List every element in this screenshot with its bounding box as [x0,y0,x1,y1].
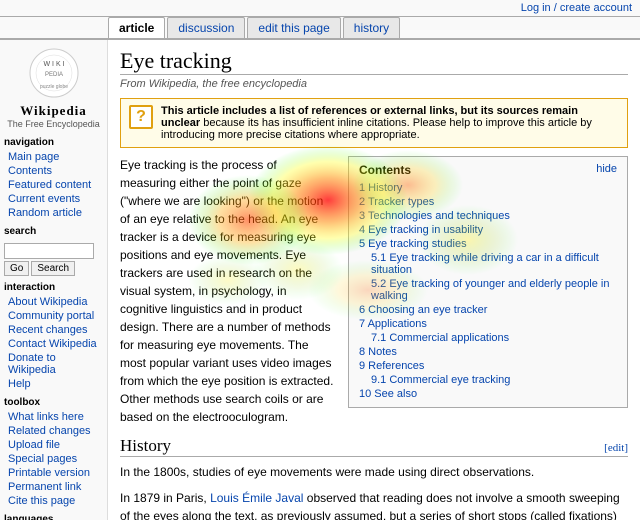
toc-item-1[interactable]: 1 History [359,181,617,195]
nav-section-title: navigation [4,137,103,148]
wiki-logo: W I K I PEDIA puzzle globe Wikipedia The… [4,46,103,129]
toc-item-8[interactable]: 8 Notes [359,345,617,359]
sidebar-item-related[interactable]: Related changes [4,424,103,438]
warning-normal: because its has insufficient inline cita… [161,117,592,141]
toc-title: Contents hide [359,163,617,177]
history-title: History [120,436,171,456]
interaction-section-title: interaction [4,282,103,293]
sidebar-item-contents[interactable]: Contents [4,164,103,178]
toc-item-10[interactable]: 10 See also [359,387,617,401]
sidebar-item-donate[interactable]: Donate to Wikipedia [4,351,103,377]
toc-item-9-1[interactable]: 9.1 Commercial eye tracking [359,373,617,387]
sidebar-item-permalink[interactable]: Permanent link [4,480,103,494]
svg-text:W I K I: W I K I [43,61,64,68]
search-input[interactable] [4,243,94,259]
toc-item-5-1[interactable]: 5.1 Eye tracking while driving a car in … [359,251,617,277]
wiki-logo-tagline: The Free Encyclopedia [4,119,103,129]
page-title: Eye tracking [120,48,628,75]
sidebar-item-upload[interactable]: Upload file [4,438,103,452]
sidebar: W I K I PEDIA puzzle globe Wikipedia The… [0,40,108,520]
sidebar-item-featured[interactable]: Featured content [4,178,103,192]
sidebar-item-print[interactable]: Printable version [4,466,103,480]
main-content: Eye tracking From Wikipedia, the free en… [108,40,640,520]
javal-link[interactable]: Louis Émile Javal [210,491,303,505]
toc-item-5[interactable]: 5 Eye tracking studies [359,237,617,251]
tab-bar: article discussion edit this page histor… [0,17,640,40]
toc-item-3[interactable]: 3 Technologies and techniques [359,209,617,223]
warning-icon: ? [129,105,153,129]
toc-item-2[interactable]: 2 Tracker types [359,195,617,209]
sidebar-item-about[interactable]: About Wikipedia [4,295,103,309]
toc-item-4[interactable]: 4 Eye tracking in usability [359,223,617,237]
history-edit-link[interactable]: [edit] [604,442,628,454]
sidebar-item-recent[interactable]: Recent changes [4,323,103,337]
tab-article[interactable]: article [108,17,165,38]
toc-item-7[interactable]: 7 Applications [359,317,617,331]
go-button[interactable]: Go [4,261,29,276]
tab-history[interactable]: history [343,17,400,38]
sidebar-item-help[interactable]: Help [4,377,103,391]
wiki-logo-name: Wikipedia [4,103,103,119]
toc-item-9[interactable]: 9 References [359,359,617,373]
toc-item-5-2[interactable]: 5.2 Eye tracking of younger and elderly … [359,277,617,303]
search-section-title: search [4,226,103,237]
search-box: Go Search [4,243,103,276]
login-link[interactable]: Log in / create account [521,2,632,14]
search-button[interactable]: Search [31,261,75,276]
sidebar-item-current[interactable]: Current events [4,192,103,206]
history-section-header: History [edit] [120,436,628,457]
toc-label: Contents [359,163,411,177]
sidebar-item-whatlinks[interactable]: What links here [4,410,103,424]
svg-text:PEDIA: PEDIA [44,72,62,78]
warning-box: ? This article includes a list of refere… [120,98,628,148]
sidebar-item-cite[interactable]: Cite this page [4,494,103,508]
tab-discussion[interactable]: discussion [167,17,245,38]
sidebar-item-special[interactable]: Special pages [4,452,103,466]
toolbox-section-title: toolbox [4,397,103,408]
history-para2: In 1879 in Paris, Louis Émile Javal obse… [120,489,628,520]
warning-text: This article includes a list of referenc… [161,105,619,141]
page-subtitle: From Wikipedia, the free encyclopedia [120,78,628,90]
sidebar-item-community[interactable]: Community portal [4,309,103,323]
toc-hide-button[interactable]: hide [596,163,617,177]
table-of-contents: Contents hide 1 History 2 Tracker types … [348,156,628,408]
toc-item-7-1[interactable]: 7.1 Commercial applications [359,331,617,345]
svg-text:puzzle globe: puzzle globe [39,84,67,90]
sidebar-item-contact[interactable]: Contact Wikipedia [4,337,103,351]
languages-section-title: languages [4,514,103,520]
tab-edit[interactable]: edit this page [247,17,340,38]
history-para1: In the 1800s, studies of eye movements w… [120,463,628,481]
toc-item-6[interactable]: 6 Choosing an eye tracker [359,303,617,317]
sidebar-item-main-page[interactable]: Main page [4,150,103,164]
top-bar: Log in / create account [0,0,640,17]
sidebar-item-random[interactable]: Random article [4,206,103,220]
